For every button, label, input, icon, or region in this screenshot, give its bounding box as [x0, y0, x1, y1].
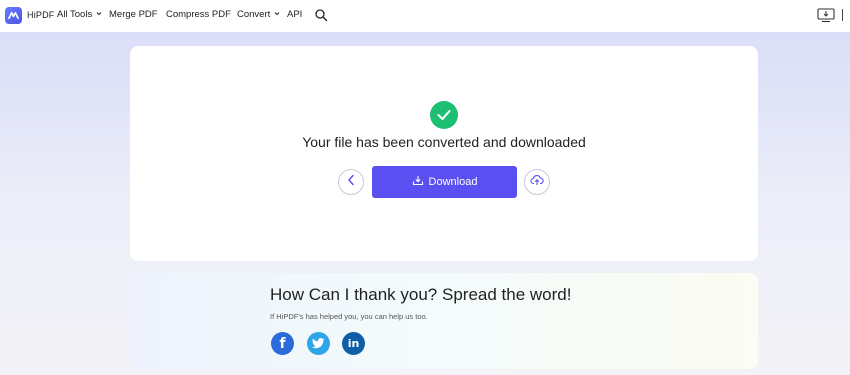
linkedin-icon[interactable]: in [342, 332, 365, 355]
nav-compress-pdf[interactable]: Compress PDF [166, 9, 231, 20]
top-nav: HiPDF All Tools Merge PDF Compress PDF C… [0, 0, 850, 32]
chevron-down-icon [274, 11, 280, 18]
nav-api[interactable]: API [287, 9, 302, 20]
share-section: How Can I thank you? Spread the word! If… [130, 273, 758, 369]
nav-convert-label: Convert [237, 9, 271, 20]
share-subtitle: If HiPDF's has helped you, you can help … [270, 312, 428, 321]
facebook-glyph: f [279, 335, 286, 352]
share-title: How Can I thank you? Spread the word! [270, 285, 572, 304]
upload-to-cloud-button[interactable] [524, 169, 550, 195]
twitter-icon[interactable] [307, 332, 330, 355]
desktop-download-icon[interactable] [817, 8, 835, 23]
nav-merge-pdf-label: Merge PDF [109, 9, 158, 20]
search-icon[interactable] [314, 8, 328, 22]
download-button-label: Download [428, 176, 478, 188]
chevron-down-icon [96, 11, 102, 18]
brand-name[interactable]: HiPDF [27, 10, 55, 20]
nav-all-tools[interactable]: All Tools [57, 9, 102, 20]
nav-all-tools-label: All Tools [57, 9, 93, 20]
back-button[interactable] [338, 169, 364, 195]
download-button[interactable]: Download [372, 166, 517, 198]
download-icon [412, 175, 424, 189]
status-message: Your file has been converted and downloa… [302, 134, 586, 150]
nav-merge-pdf[interactable]: Merge PDF [109, 9, 158, 20]
nav-api-label: API [287, 9, 303, 20]
nav-divider [842, 9, 843, 21]
result-card: Your file has been converted and downloa… [130, 46, 758, 261]
nav-convert[interactable]: Convert [237, 9, 280, 20]
chevron-left-icon [347, 173, 355, 191]
linkedin-glyph: in [347, 337, 360, 350]
nav-compress-pdf-label: Compress PDF [166, 9, 231, 20]
cloud-upload-icon [530, 173, 544, 191]
hipdf-logo-icon[interactable] [5, 7, 22, 24]
check-circle-icon [430, 101, 458, 129]
facebook-icon[interactable]: f [271, 332, 294, 355]
